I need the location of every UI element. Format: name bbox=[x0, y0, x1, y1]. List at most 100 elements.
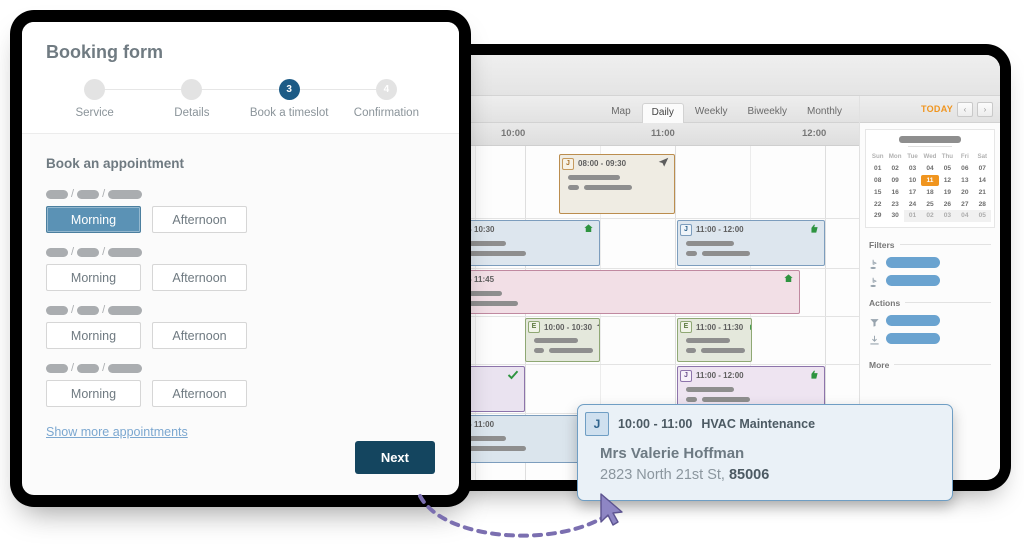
next-button[interactable]: Next bbox=[354, 441, 435, 474]
calendar-event[interactable]: E 10:00 - 10:30 bbox=[525, 318, 600, 362]
calendar-time-header: 10:00 11:00 12:00 bbox=[455, 123, 859, 146]
mini-calendar-day[interactable]: 19 bbox=[939, 186, 956, 198]
mini-calendar-day[interactable]: 09 bbox=[886, 175, 903, 187]
mini-calendar-day[interactable]: 24 bbox=[904, 198, 921, 210]
mini-calendar[interactable]: Sun Mon Tue Wed Thu Fri Sat 01 02 03 04 05 06 07 08 09 1… bbox=[865, 129, 995, 228]
tab-biweekly[interactable]: Biweekly bbox=[739, 103, 796, 122]
tooltip-customer-name: Mrs Valerie Hoffman bbox=[600, 445, 745, 462]
thumbs-up-icon bbox=[808, 369, 821, 382]
slot-morning-button[interactable]: Morning bbox=[46, 206, 141, 233]
time-label-10: 10:00 bbox=[501, 128, 526, 139]
mini-calendar-day[interactable]: 27 bbox=[956, 198, 973, 210]
slot-afternoon-button[interactable]: Afternoon bbox=[152, 322, 247, 349]
time-label-11: 11:00 bbox=[651, 128, 675, 139]
today-button[interactable]: TODAY bbox=[921, 104, 953, 114]
slot-afternoon-button[interactable]: Afternoon bbox=[152, 206, 247, 233]
action-row[interactable] bbox=[869, 332, 991, 345]
event-time: 30 - 10:30 bbox=[458, 225, 495, 234]
check-icon bbox=[507, 369, 521, 383]
event-tooltip: J 10:00 - 11:00 HVAC Maintenance Mrs Val… bbox=[577, 404, 953, 501]
step-book-timeslot-dot: 3 bbox=[278, 79, 300, 100]
mini-calendar-day[interactable]: 04 bbox=[956, 209, 974, 222]
mini-calendar-day[interactable]: 06 bbox=[956, 163, 973, 175]
mini-calendar-day[interactable]: 05 bbox=[939, 163, 956, 175]
mini-calendar-day[interactable]: 05 bbox=[973, 209, 991, 222]
filters-section: Filters bbox=[869, 240, 991, 287]
step-service[interactable]: Service bbox=[46, 79, 192, 119]
event-badge: J bbox=[562, 157, 574, 170]
calendar-event[interactable]: J 08:00 - 09:30 bbox=[559, 154, 675, 214]
step-confirmation[interactable]: 4 Confirmation bbox=[338, 79, 435, 119]
tab-monthly[interactable]: Monthly bbox=[798, 103, 851, 122]
calendar-event[interactable]: J 11:00 - 12:00 bbox=[677, 220, 825, 266]
mini-calendar-day[interactable]: 07 bbox=[974, 163, 991, 175]
mini-calendar-dow: Mon bbox=[888, 153, 902, 161]
appointment-option: / / Morning Afternoon bbox=[46, 305, 435, 349]
appointment-date-mask: / / bbox=[46, 189, 435, 200]
mini-calendar-day[interactable]: 02 bbox=[921, 209, 939, 222]
mini-calendar-day[interactable]: 29 bbox=[869, 210, 886, 222]
tab-weekly[interactable]: Weekly bbox=[686, 103, 737, 122]
slot-morning-button[interactable]: Morning bbox=[46, 264, 141, 291]
appointment-option: / / Morning Afternoon bbox=[46, 363, 435, 407]
mini-calendar-day[interactable]: 28 bbox=[974, 198, 991, 210]
mini-calendar-day[interactable]: 14 bbox=[974, 175, 991, 187]
next-period-button[interactable]: › bbox=[977, 101, 993, 117]
event-badge: J bbox=[680, 369, 692, 382]
mini-calendar-day[interactable]: 22 bbox=[869, 198, 886, 210]
mini-calendar-day[interactable]: 03 bbox=[938, 209, 957, 222]
calendar-event[interactable] bbox=[455, 366, 525, 412]
mini-calendar-day[interactable]: 04 bbox=[921, 163, 938, 175]
funnel-icon bbox=[869, 315, 880, 327]
mini-calendar-day[interactable]: 10 bbox=[904, 175, 921, 187]
tab-map[interactable]: Map bbox=[602, 103, 639, 122]
mini-calendar-day[interactable]: 12 bbox=[939, 175, 956, 187]
mini-calendar-day[interactable]: 16 bbox=[886, 186, 903, 198]
mini-calendar-dow: Fri bbox=[960, 153, 969, 161]
slot-afternoon-button[interactable]: Afternoon bbox=[152, 264, 247, 291]
slot-morning-button[interactable]: Morning bbox=[46, 380, 141, 407]
tab-daily[interactable]: Daily bbox=[641, 103, 684, 123]
step-book-timeslot-label: Book a timeslot bbox=[249, 107, 329, 119]
event-time: 10:00 - 10:30 bbox=[544, 322, 593, 332]
step-confirmation-label: Confirmation bbox=[353, 107, 419, 119]
mini-calendar-day[interactable]: 18 bbox=[921, 186, 938, 198]
step-details[interactable]: Details bbox=[143, 79, 290, 119]
more-section: More bbox=[869, 360, 991, 370]
filter-row[interactable] bbox=[869, 274, 991, 287]
mini-calendar-day[interactable]: 26 bbox=[939, 198, 956, 210]
step-book-timeslot[interactable]: 3 Book a timeslot bbox=[241, 79, 387, 119]
calendar-event[interactable]: 30 - 10:30 bbox=[455, 220, 600, 266]
mini-calendar-day[interactable]: 01 bbox=[869, 163, 886, 175]
filter-label-mask bbox=[886, 256, 940, 268]
actions-rule bbox=[905, 302, 991, 304]
slot-morning-button[interactable]: Morning bbox=[46, 322, 141, 349]
thumbs-up-icon bbox=[808, 223, 821, 236]
mini-calendar-day[interactable]: 03 bbox=[904, 163, 921, 175]
action-row[interactable] bbox=[869, 314, 991, 327]
slot-afternoon-button[interactable]: Afternoon bbox=[152, 380, 247, 407]
mini-calendar-day[interactable]: 11 bbox=[921, 174, 939, 187]
tooltip-task: HVAC Maintenance bbox=[701, 417, 816, 431]
mini-calendar-dow: Sat bbox=[977, 153, 988, 161]
download-icon bbox=[869, 333, 880, 345]
mini-calendar-day[interactable]: 08 bbox=[869, 175, 886, 187]
action-label-mask bbox=[886, 332, 940, 344]
mini-calendar-day[interactable]: 15 bbox=[869, 186, 886, 198]
mini-calendar-day[interactable]: 02 bbox=[886, 163, 903, 175]
show-more-appointments-link[interactable]: Show more appointments bbox=[46, 425, 188, 439]
prev-period-button[interactable]: ‹ bbox=[957, 101, 973, 117]
mini-calendar-day[interactable]: 20 bbox=[956, 186, 973, 198]
calendar-event[interactable]: 30 - 11:45 bbox=[455, 270, 800, 314]
mini-calendar-day[interactable]: 30 bbox=[886, 210, 903, 222]
tooltip-address-zip: 85006 bbox=[728, 467, 770, 483]
mini-calendar-day[interactable]: 17 bbox=[904, 186, 921, 198]
mini-calendar-day[interactable]: 21 bbox=[974, 186, 991, 198]
mini-calendar-day[interactable]: 13 bbox=[956, 175, 973, 187]
mini-calendar-day[interactable]: 01 bbox=[903, 209, 922, 222]
mini-calendar-day[interactable]: 23 bbox=[886, 198, 903, 210]
mini-calendar-day[interactable]: 25 bbox=[921, 198, 938, 210]
calendar-event[interactable]: E 11:00 - 11:30 bbox=[677, 318, 752, 362]
home-icon bbox=[783, 273, 796, 286]
filter-row[interactable] bbox=[869, 256, 991, 269]
